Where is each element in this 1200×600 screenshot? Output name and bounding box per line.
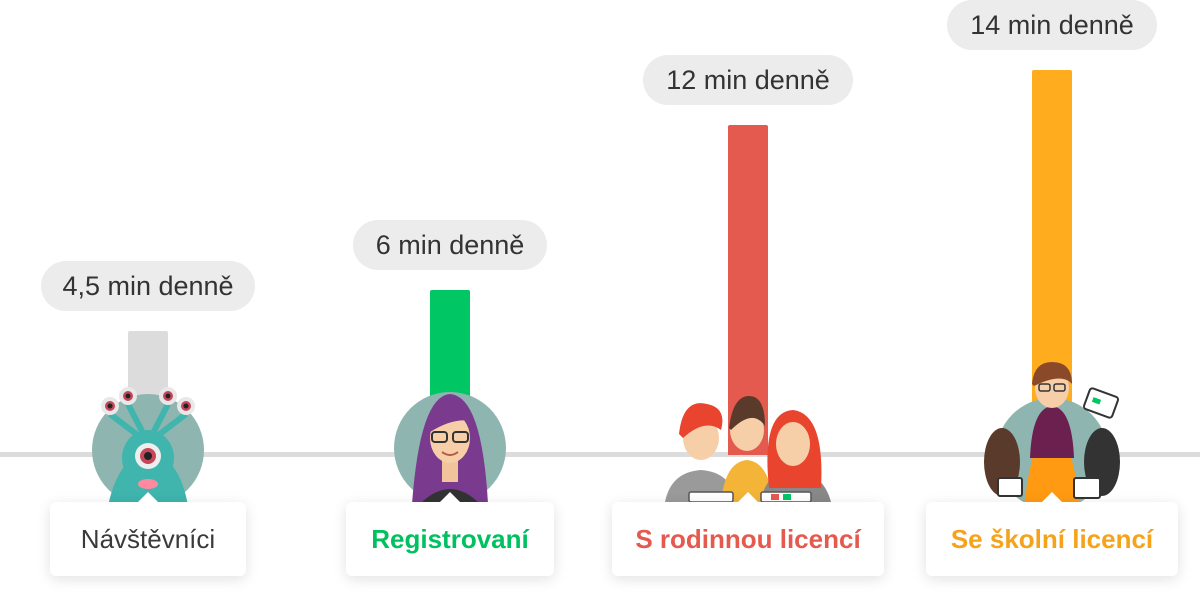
value-label-1: 4,5 min denně (41, 261, 255, 312)
value-label-3: 12 min denně (643, 55, 853, 105)
value-label-2: 6 min denně (353, 220, 547, 270)
value-label-4: 14 min denně (947, 0, 1157, 50)
family-group-avatar-icon (665, 396, 831, 503)
category-label-2: Registrovaní (346, 492, 554, 576)
category-label-3: S rodinnou licencí (612, 492, 884, 576)
school-teacher-avatar-icon (984, 362, 1120, 510)
category-label-1: Návštěvníci (50, 492, 246, 576)
teacher-girl-avatar-icon (394, 392, 506, 504)
category-label-4: Se školní licencí (926, 492, 1178, 576)
usage-bar-chart: 4,5 min denně Návštěvníci 6 min denně Regis… (0, 0, 1200, 600)
monster-avatar-icon (92, 387, 204, 506)
